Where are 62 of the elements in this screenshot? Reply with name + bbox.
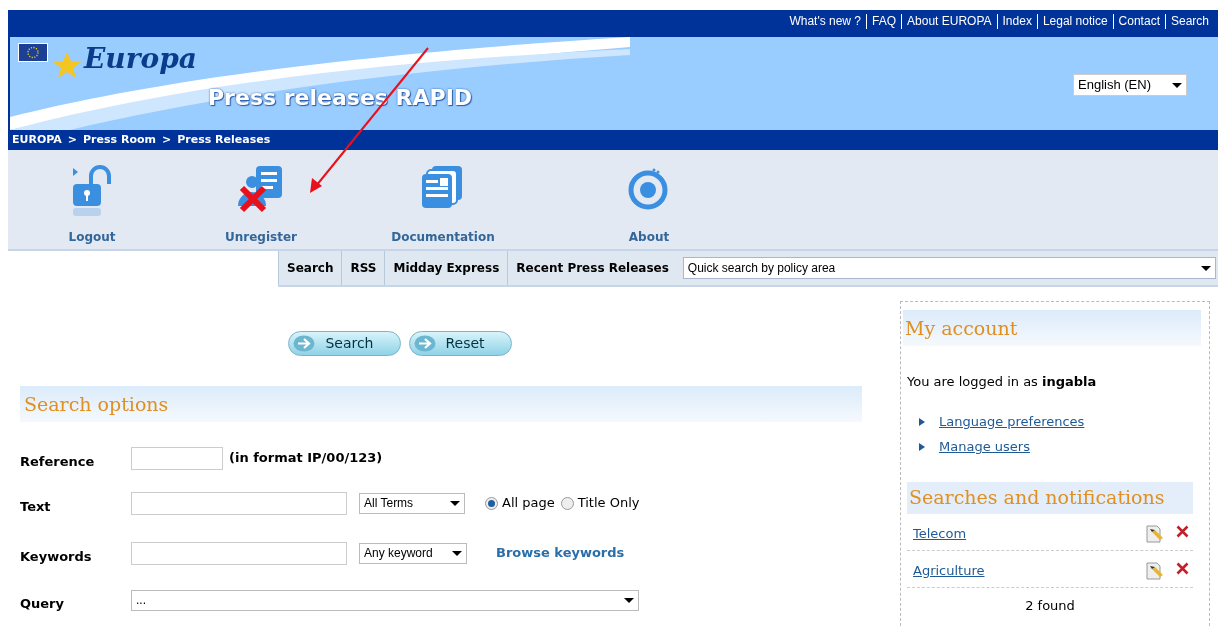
top-link[interactable]: Contact (1112, 14, 1165, 29)
dropdown-caret-icon (452, 550, 462, 556)
account-link[interactable]: Language preferences (939, 412, 1085, 432)
action-button[interactable]: Search (288, 331, 401, 356)
match-select[interactable]: All Terms (359, 492, 465, 514)
top-link[interactable]: Legal notice (1036, 14, 1113, 29)
browse-keywords-link[interactable]: Browse keywords (496, 543, 625, 563)
toolbar-item[interactable]: Unregister (176, 150, 346, 249)
match-select[interactable]: Any keyword (359, 542, 467, 564)
breadcrumb-separator: > (162, 131, 172, 148)
top-link[interactable]: Search (1164, 14, 1214, 29)
account-link[interactable]: Manage users (939, 437, 1030, 457)
dropdown-caret-icon (1172, 82, 1182, 88)
bullet-icon (919, 418, 925, 426)
policy-area-select[interactable]: Quick search by policy area (682, 257, 1216, 279)
arrow-right-icon (413, 335, 436, 352)
action-button[interactable]: Reset (408, 331, 512, 356)
field-label: Text (20, 498, 52, 517)
radio-button[interactable] (485, 496, 498, 510)
top-link[interactable]: Index (996, 14, 1037, 29)
format-hint: (in format IP/00/123) (229, 449, 383, 468)
top-link[interactable]: What's new ? (784, 14, 867, 29)
field-label: Query (20, 595, 65, 614)
keywords-input[interactable] (131, 541, 347, 565)
field-label: Keywords (20, 548, 93, 567)
query-select[interactable]: ... (131, 589, 639, 611)
field-label: Reference (20, 453, 96, 472)
edit-icon[interactable] (1146, 561, 1164, 580)
delete-icon[interactable] (1176, 524, 1189, 538)
radio-label: All page (502, 494, 555, 513)
login-status: You are logged in as ingabla (907, 373, 1098, 391)
arrow-right-icon (293, 335, 316, 352)
eu-flag-icon (18, 43, 48, 62)
delete-icon[interactable] (1176, 561, 1189, 575)
panel-title: Searches and notifications (909, 485, 1165, 511)
edit-icon[interactable] (1146, 524, 1164, 543)
radio-label: Title Only (577, 494, 640, 513)
banner-title: Press releases RAPID (208, 87, 473, 109)
language-select[interactable]: English (EN) (1073, 74, 1187, 96)
breadcrumb-link[interactable]: Press Room (83, 131, 156, 149)
saved-search-link[interactable]: Agriculture (913, 560, 985, 581)
section-title: Search options (24, 391, 169, 417)
saved-search-link[interactable]: Telecom (913, 523, 967, 544)
europa-logo: Europa (84, 45, 197, 73)
breadcrumb-link[interactable]: EUROPA (12, 131, 62, 149)
star-icon (52, 51, 82, 79)
text-input[interactable] (131, 491, 347, 515)
reference-input[interactable] (131, 446, 223, 470)
bullet-icon (919, 443, 925, 451)
top-link[interactable]: FAQ (866, 14, 902, 29)
dropdown-caret-icon (1201, 265, 1211, 271)
toolbar-item[interactable]: Documentation (346, 150, 540, 249)
toolbar-item[interactable]: Logout (8, 150, 176, 249)
top-link[interactable]: About EUROPA (901, 14, 997, 29)
dropdown-caret-icon (450, 500, 460, 506)
breadcrumb-link[interactable]: Press Releases (177, 131, 271, 149)
breadcrumb-separator: > (67, 131, 78, 148)
toolbar-item[interactable]: About (540, 150, 758, 249)
dropdown-caret-icon (624, 597, 634, 603)
panel-title: My account (905, 315, 1018, 341)
radio-button[interactable] (560, 496, 574, 510)
result-count: 2 found (1024, 596, 1076, 615)
